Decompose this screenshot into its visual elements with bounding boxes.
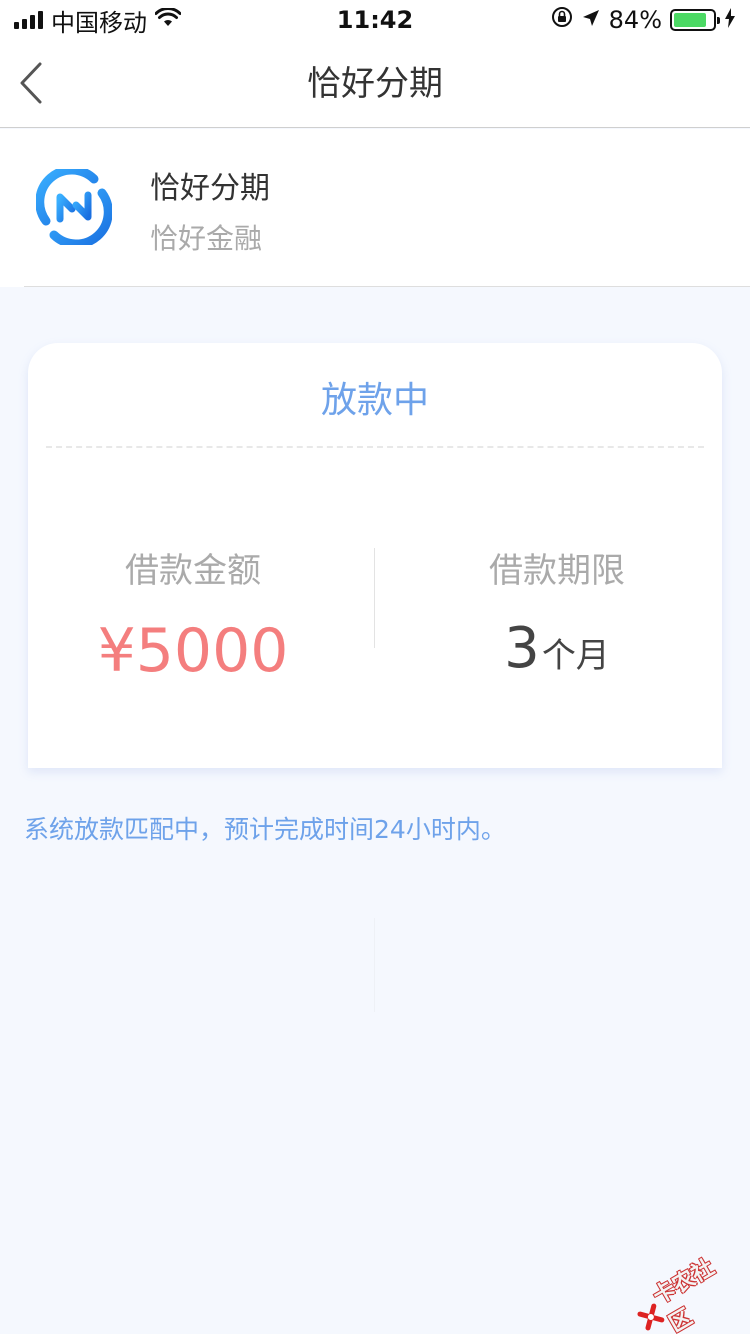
loan-term-label: 借款期限 (489, 551, 625, 591)
loan-term-unit: 个月 (541, 636, 610, 676)
status-right: 84% (551, 6, 736, 34)
loan-amount-value: ¥5000 (97, 616, 289, 686)
watermark: 卡农社区 (629, 1246, 749, 1334)
status-bar: 中国移动 11:42 84% (0, 0, 750, 40)
disbursement-notice: 系统放款匹配中，预计完成时间24小时内。 (24, 815, 506, 844)
battery-percent: 84% (608, 6, 662, 34)
carrier-label: 中国移动 (51, 8, 147, 37)
loan-amount-section: 借款金额 ¥5000 (28, 543, 358, 686)
page-title: 恰好分期 (307, 64, 443, 104)
status-left: 中国移动 (14, 3, 182, 38)
product-company: 恰好金融 (150, 222, 263, 255)
vertical-divider (374, 548, 375, 648)
battery-icon (670, 9, 720, 31)
divider (24, 286, 750, 287)
product-header: 恰好分期 恰好金融 (0, 129, 750, 287)
orientation-lock-icon (551, 6, 573, 34)
dashed-divider (46, 446, 704, 448)
location-icon (581, 6, 601, 34)
signal-icon (14, 11, 43, 29)
wifi-icon (154, 6, 182, 34)
loan-status: 放款中 (320, 380, 429, 421)
loan-amount-label: 借款金额 (125, 551, 261, 591)
product-name: 恰好分期 (150, 171, 270, 206)
product-logo-icon (35, 165, 113, 249)
loan-term-value: 3 (504, 616, 540, 681)
charging-icon (724, 6, 736, 34)
loan-term-value-wrap: 3个月 (392, 616, 722, 681)
navigation-bar: 恰好分期 (0, 40, 750, 128)
faint-divider (374, 918, 375, 1012)
loan-term-section: 借款期限 3个月 (392, 543, 722, 681)
loan-status-card: 放款中 借款金额 ¥5000 借款期限 3个月 (28, 343, 722, 768)
